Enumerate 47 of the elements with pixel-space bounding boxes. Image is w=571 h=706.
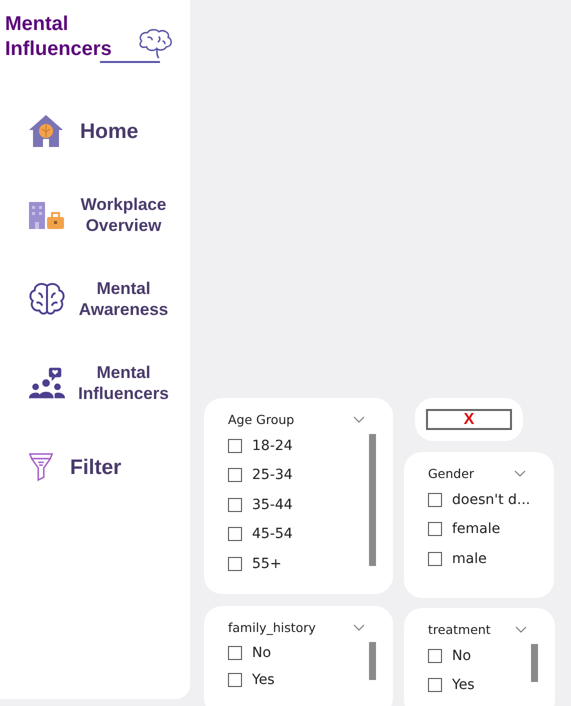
- option-label[interactable]: female: [452, 521, 500, 538]
- option-label[interactable]: 25-34: [252, 467, 293, 484]
- checkbox[interactable]: [228, 646, 242, 660]
- slicer-title: treatment: [428, 622, 491, 637]
- option-label[interactable]: 55+: [252, 556, 282, 572]
- checkbox[interactable]: [228, 672, 242, 686]
- option-label[interactable]: male: [452, 550, 487, 567]
- checkbox[interactable]: [228, 438, 242, 453]
- checkbox[interactable]: [428, 492, 442, 507]
- checkbox[interactable]: [228, 468, 242, 482]
- house-icon: [28, 114, 64, 148]
- checkbox[interactable]: [428, 678, 442, 692]
- slicer-title: family_history: [228, 620, 316, 635]
- option-label[interactable]: Yes: [252, 672, 275, 688]
- checkbox[interactable]: [228, 556, 242, 571]
- scrollbar[interactable]: [369, 434, 376, 566]
- nav-item[interactable]: Mental Influencers: [0, 353, 190, 413]
- checkbox[interactable]: [428, 648, 442, 662]
- people-icon: [28, 366, 66, 400]
- chevron-icon[interactable]: [515, 626, 527, 633]
- option-label[interactable]: 35-44: [252, 496, 293, 513]
- option-label[interactable]: No: [452, 648, 472, 664]
- scrollbar[interactable]: [369, 642, 376, 680]
- building-icon: [28, 200, 66, 230]
- scrollbar[interactable]: [531, 644, 538, 682]
- funnel-icon: [28, 452, 54, 482]
- option-label[interactable]: No: [252, 644, 272, 660]
- checkbox[interactable]: [228, 527, 242, 542]
- option-label[interactable]: 45-54: [252, 526, 293, 542]
- slicer-title: Gender: [428, 466, 474, 481]
- option-label[interactable]: 18-24: [252, 438, 293, 454]
- checkbox[interactable]: [228, 498, 242, 512]
- chevron-icon[interactable]: [353, 416, 365, 423]
- checkbox[interactable]: [428, 552, 442, 566]
- brain-icon: [28, 281, 66, 317]
- option-label[interactable]: doesn't d...: [452, 492, 530, 508]
- chevron-icon[interactable]: [353, 624, 365, 631]
- option-label[interactable]: Yes: [452, 676, 475, 692]
- nav-item[interactable]: Workplace Overview: [0, 185, 190, 245]
- chevron-icon[interactable]: [514, 470, 526, 477]
- nav-item[interactable]: Mental Awareness: [0, 269, 190, 329]
- clear-filters-button[interactable]: X: [426, 409, 512, 430]
- checkbox[interactable]: [428, 522, 442, 536]
- slicer-title: Age Group: [228, 412, 294, 427]
- app-title: Mental Influencers: [5, 12, 113, 62]
- nav-item[interactable]: Home: [0, 101, 190, 161]
- nav-item[interactable]: Filter: [0, 437, 190, 497]
